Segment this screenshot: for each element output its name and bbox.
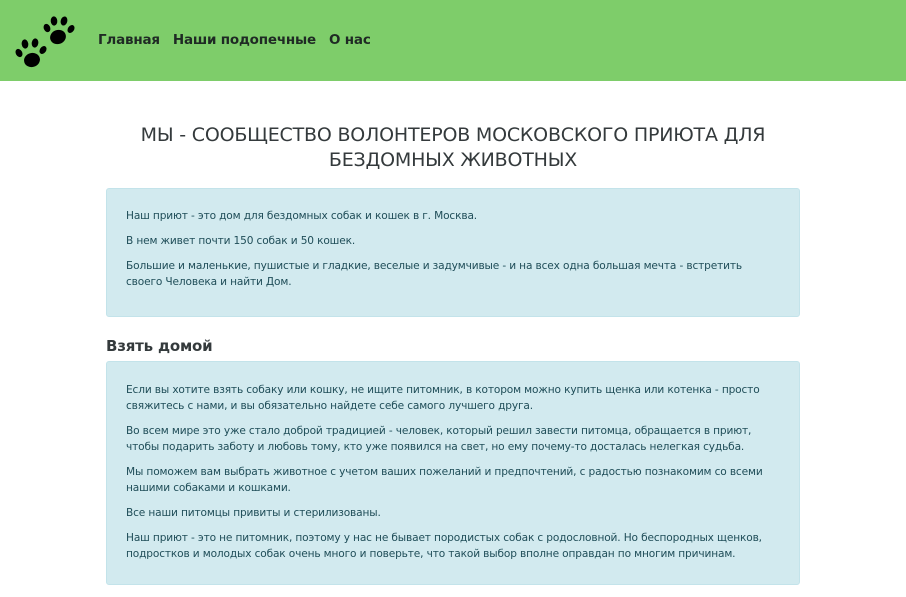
nav-link-about[interactable]: О нас xyxy=(329,32,371,48)
adopt-paragraph: Все наши питомцы привиты и стерилизованы… xyxy=(126,507,381,519)
nav-link-pets[interactable]: Наши подопечные xyxy=(173,32,316,48)
nav-menu: Главная Наши подопечные О нас xyxy=(98,32,384,48)
nav-link-home[interactable]: Главная xyxy=(98,32,160,48)
paw-prints-icon[interactable] xyxy=(12,13,78,69)
intro-paragraph: Большие и маленькие, пушистые и гладкие,… xyxy=(126,260,742,288)
adopt-section-title: Взять домой xyxy=(106,337,213,355)
navbar: Главная Наши подопечные О нас xyxy=(0,0,906,81)
adopt-box: Если вы хотите взять собаку или кошку, н… xyxy=(106,361,800,585)
adopt-paragraph: Мы поможем вам выбрать животное с учетом… xyxy=(126,466,763,494)
intro-paragraph: Наш приют - это дом для бездомных собак … xyxy=(126,210,478,222)
adopt-paragraph: Во всем мире это уже стало доброй традиц… xyxy=(126,425,752,453)
page-title: МЫ - СООБЩЕСТВО ВОЛОНТЕРОВ МОСКОВСКОГО П… xyxy=(140,124,766,171)
adopt-paragraph: Если вы хотите взять собаку или кошку, н… xyxy=(126,384,760,412)
intro-box: Наш приют - это дом для бездомных собак … xyxy=(106,188,800,317)
main-content: МЫ - СООБЩЕСТВО ВОЛОНТЕРОВ МОСКОВСКОГО П… xyxy=(106,123,800,585)
intro-paragraph: В нем живет почти 150 собак и 50 кошек. xyxy=(126,235,356,247)
adopt-paragraph: Наш приют - это не питомник, поэтому у н… xyxy=(126,532,762,560)
